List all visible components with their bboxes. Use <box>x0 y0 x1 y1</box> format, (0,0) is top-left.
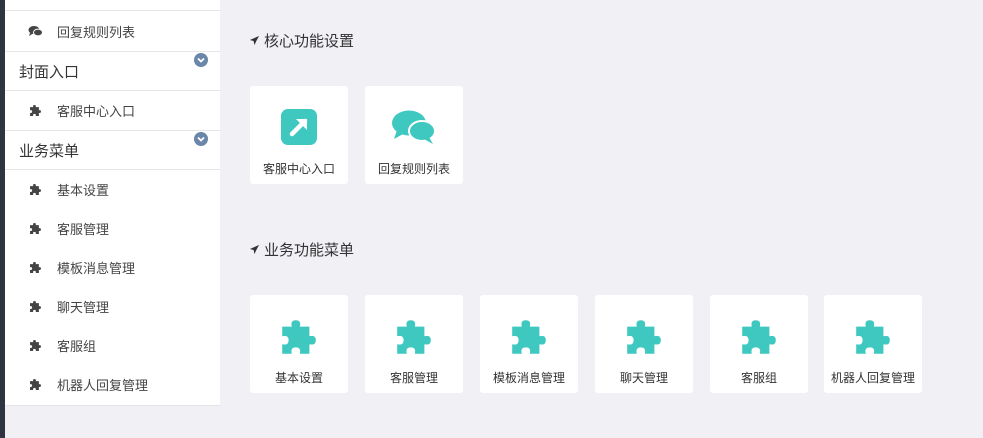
tile-service-management[interactable]: 客服管理 <box>365 295 463 393</box>
puzzle-icon <box>27 260 43 276</box>
puzzle-icon <box>27 221 43 237</box>
tile-label: 基本设置 <box>274 371 323 385</box>
sidebar-item-label: 客服组 <box>57 340 97 355</box>
comments-icon <box>27 24 43 40</box>
sidebar-item-label: 聊天管理 <box>57 301 110 316</box>
puzzle-icon <box>710 317 808 355</box>
tile-template-messages[interactable]: 模板消息管理 <box>480 295 578 393</box>
tile-label: 客服组 <box>740 371 777 385</box>
sidebar-item-label: 基本设置 <box>57 184 110 199</box>
tile-reply-rules[interactable]: 回复规则列表 <box>365 86 463 184</box>
tile-label: 机器人回复管理 <box>830 371 915 385</box>
sidebar-group-title: 业务菜单 <box>19 141 80 160</box>
puzzle-icon <box>365 317 463 355</box>
tile-service-center[interactable]: 客服中心入口 <box>250 86 348 184</box>
sidebar-group-cover[interactable]: 封面入口 <box>5 52 220 91</box>
puzzle-icon <box>480 317 578 355</box>
puzzle-icon <box>27 103 43 119</box>
tile-label: 模板消息管理 <box>492 371 565 385</box>
puzzle-icon <box>27 182 43 198</box>
tile-label: 客服中心入口 <box>262 162 335 176</box>
sidebar-group-title: 封面入口 <box>19 62 80 81</box>
puzzle-icon <box>595 317 693 355</box>
puzzle-icon <box>250 317 348 355</box>
section-title-text: 业务功能菜单 <box>264 241 355 259</box>
external-link-icon <box>281 109 317 145</box>
plane-icon <box>249 35 260 46</box>
sidebar-item-service-center[interactable]: 客服中心入口 <box>5 91 220 131</box>
puzzle-icon <box>27 299 43 315</box>
section-title-business: 业务功能菜单 <box>249 239 354 260</box>
sidebar-item-service-group[interactable]: 客服组 <box>5 326 220 365</box>
sidebar-group-business[interactable]: 业务菜单 <box>5 131 220 170</box>
section-title-core: 核心功能设置 <box>249 30 354 51</box>
puzzle-icon <box>27 377 43 393</box>
sidebar-item-label: 回复规则列表 <box>57 26 136 41</box>
sidebar-item-label: 客服中心入口 <box>57 105 136 120</box>
sidebar-item-reply-rules[interactable]: 回复规则列表 <box>5 12 220 52</box>
tile-label: 客服管理 <box>389 371 438 385</box>
sidebar-item-template-messages[interactable]: 模板消息管理 <box>5 248 220 287</box>
sidebar-item-label: 客服管理 <box>57 223 110 238</box>
tile-chat-management[interactable]: 聊天管理 <box>595 295 693 393</box>
tile-basic-settings[interactable]: 基本设置 <box>250 295 348 393</box>
plane-icon <box>249 244 260 255</box>
tile-label: 聊天管理 <box>619 371 668 385</box>
tile-label: 回复规则列表 <box>377 162 450 176</box>
sidebar-item-basic-settings[interactable]: 基本设置 <box>5 170 220 209</box>
tile-robot-reply[interactable]: 机器人回复管理 <box>824 295 922 393</box>
puzzle-icon <box>27 338 43 354</box>
sidebar-item-label: 模板消息管理 <box>57 262 136 277</box>
sidebar-item-label: 机器人回复管理 <box>57 379 149 394</box>
sidebar-item-robot-reply[interactable]: 机器人回复管理 <box>5 365 220 404</box>
section-title-text: 核心功能设置 <box>264 32 355 50</box>
sidebar-item-service-management[interactable]: 客服管理 <box>5 209 220 248</box>
chevron-down-icon[interactable] <box>194 53 208 67</box>
tile-service-group[interactable]: 客服组 <box>710 295 808 393</box>
sidebar-item-chat-management[interactable]: 聊天管理 <box>5 287 220 326</box>
puzzle-icon <box>824 317 922 355</box>
sidebar: 回复规则列表 封面入口 客服中心入口 业务菜单 基本设置 客服管理 模板消息管理… <box>5 0 220 406</box>
comments-icon <box>392 110 436 144</box>
chevron-down-icon[interactable] <box>194 132 208 146</box>
sidebar-divider <box>5 10 220 11</box>
